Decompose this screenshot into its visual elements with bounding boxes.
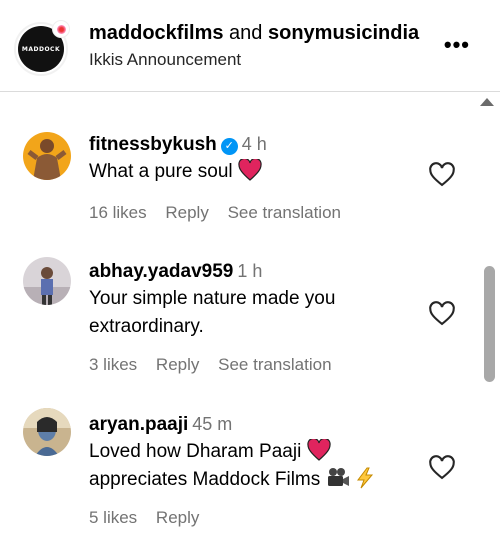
heart-like-icon[interactable] [428,454,456,482]
likes-count[interactable]: 5 likes [89,508,137,527]
comment-text-content: What a pure soul [89,161,233,182]
sonymusic-avatar-badge[interactable] [52,20,70,38]
heart-like-icon[interactable] [428,300,456,328]
avatar-abhay-yadav959[interactable] [23,257,71,305]
post-header: MADDOCK maddockfilms and sonymusicindia … [0,0,500,92]
maddock-logo-text: MADDOCK [21,45,61,53]
movie-camera-icon [327,468,349,486]
comment-actions: 3 likes Reply See translation [89,355,346,375]
avatar-aryan-paaji[interactable] [23,408,71,456]
red-heart-icon [306,439,331,461]
see-translation-button[interactable]: See translation [228,203,341,222]
comment-item: abhay.yadav959 1 h Your simple nature mad… [0,255,480,385]
reply-button[interactable]: Reply [156,508,199,527]
verified-badge-icon: ✓ [220,138,238,155]
post-title: maddockfilms and sonymusicindia [89,22,419,45]
comment-timestamp[interactable]: 1 h [237,261,262,281]
likes-count[interactable]: 16 likes [89,203,147,222]
scrollbar-thumb[interactable] [484,266,495,382]
likes-count[interactable]: 3 likes [89,355,137,374]
comment-item: aryan.paaji 45 m Loved how Dharam Paaji a… [0,404,480,544]
reply-button[interactable]: Reply [156,355,199,374]
more-options-icon[interactable]: ••• [444,32,470,58]
high-voltage-icon [356,467,373,489]
comment-timestamp[interactable]: 45 m [192,414,232,434]
avatar-fitnessbykush[interactable] [23,132,71,180]
see-translation-button[interactable]: See translation [218,355,331,374]
comment-username[interactable]: abhay.yadav959 [89,261,233,282]
comment-text: Loved how Dharam Paaji appreciates Maddo… [89,438,409,494]
comment-actions: 5 likes Reply [89,508,213,528]
comment-text: Your simple nature made you extraordinar… [89,288,336,337]
title-joiner: and [229,22,263,44]
comment-actions: 16 likes Reply See translation [89,203,355,223]
comment-username[interactable]: aryan.paaji [89,414,188,435]
comment-text-line2: appreciates Maddock Films [89,469,321,490]
comment-text-line1: Loved how Dharam Paaji [89,441,302,462]
reply-button[interactable]: Reply [165,203,208,222]
account-link-maddockfilms[interactable]: maddockfilms [89,22,223,44]
heart-like-icon[interactable] [428,161,456,189]
comment-timestamp[interactable]: 4 h [242,134,267,154]
account-link-sonymusicindia[interactable]: sonymusicindia [268,22,419,44]
comment-text: What a pure soul [89,158,409,186]
comment-item: fitnessbykush ✓ 4 h What a pure soul 16 li… [0,128,480,238]
post-subtitle[interactable]: Ikkis Announcement [89,50,241,70]
scroll-up-arrow-icon[interactable] [480,98,494,106]
red-heart-icon [238,159,262,181]
comment-username[interactable]: fitnessbykush [89,134,217,155]
